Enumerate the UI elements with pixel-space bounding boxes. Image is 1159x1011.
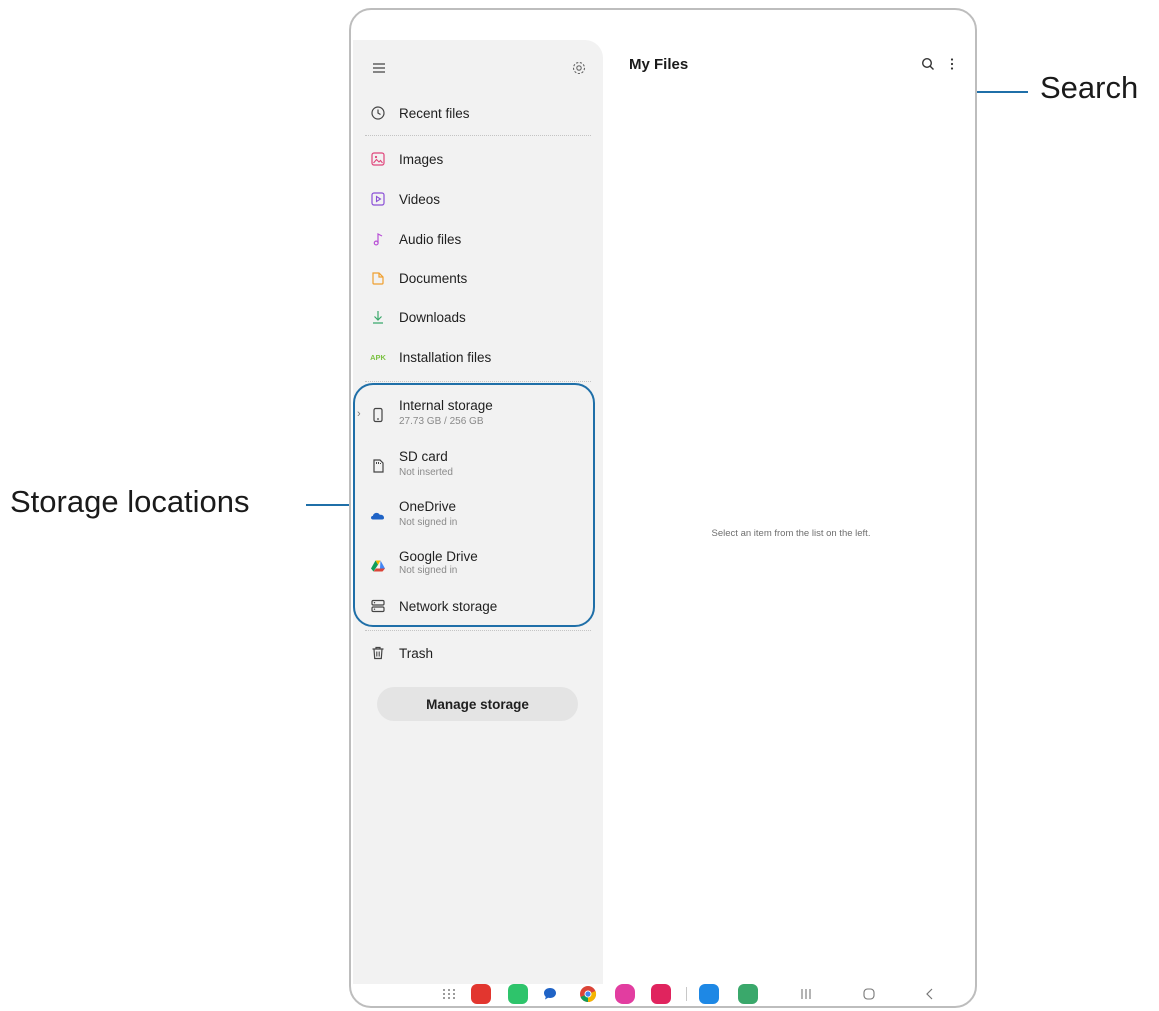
download-icon: [369, 308, 387, 326]
phone-app-icon[interactable]: [508, 984, 528, 1004]
notes-app-icon[interactable]: [471, 984, 491, 1004]
clock-icon: [369, 104, 387, 122]
recents-icon[interactable]: [799, 987, 813, 1006]
drawer-item-label: Images: [399, 151, 444, 167]
back-icon[interactable]: [923, 987, 937, 1006]
empty-state-message: Select an item from the list on the left…: [711, 528, 871, 539]
page-title: My Files: [629, 56, 689, 73]
drawer-item-trash[interactable]: Trash: [353, 635, 603, 671]
drawer-item-audio-files[interactable]: Audio files: [353, 221, 603, 257]
drawer-item-downloads[interactable]: Downloads: [353, 299, 603, 335]
dock-divider: [686, 987, 687, 1001]
video-icon: [369, 190, 387, 208]
settings-gear-icon[interactable]: [569, 58, 589, 78]
search-callout-label: Search: [1040, 70, 1139, 105]
drawer-item-label: Trash: [399, 645, 434, 661]
storage-callout-label: Storage locations: [10, 484, 250, 519]
drawer-item-installation-files[interactable]: APK Installation files: [353, 339, 603, 375]
menu-icon[interactable]: [369, 58, 389, 78]
taskbar: [351, 984, 975, 1006]
bixby-app-icon[interactable]: [615, 984, 635, 1004]
storage-callout-line: [306, 504, 354, 506]
home-icon[interactable]: [862, 987, 876, 1006]
camera-app-icon[interactable]: [651, 984, 671, 1004]
drawer-item-recent-files[interactable]: Recent files: [353, 95, 603, 131]
document-icon: [369, 269, 387, 287]
divider: [365, 135, 591, 136]
messages-app-icon[interactable]: [542, 986, 558, 1006]
divider: [365, 630, 591, 631]
search-icon[interactable]: [920, 56, 938, 74]
manage-storage-button[interactable]: Manage storage: [377, 687, 578, 721]
image-icon: [369, 150, 387, 168]
trash-icon: [369, 644, 387, 662]
drawer-item-label: Documents: [399, 270, 468, 286]
drawer-item-label: Recent files: [399, 105, 470, 121]
drawer-item-videos[interactable]: Videos: [353, 181, 603, 217]
calendar-app-icon[interactable]: [699, 984, 719, 1004]
apk-icon: APK: [370, 352, 386, 362]
drawer-item-label: Audio files: [399, 231, 462, 247]
storage-locations-highlight: [353, 383, 595, 627]
calculator-app-icon[interactable]: [738, 984, 758, 1004]
music-note-icon: [369, 230, 387, 248]
drawer-item-label: Videos: [399, 191, 441, 207]
drawer-item-label: Installation files: [399, 349, 492, 365]
more-options-icon[interactable]: [947, 56, 957, 74]
drawer-item-images[interactable]: Images: [353, 141, 603, 177]
drawer-item-label: Downloads: [399, 309, 466, 325]
chrome-app-icon[interactable]: [579, 985, 597, 1006]
app-drawer-icon[interactable]: [441, 986, 457, 1006]
divider: [365, 381, 591, 382]
drawer-item-documents[interactable]: Documents: [353, 260, 603, 296]
